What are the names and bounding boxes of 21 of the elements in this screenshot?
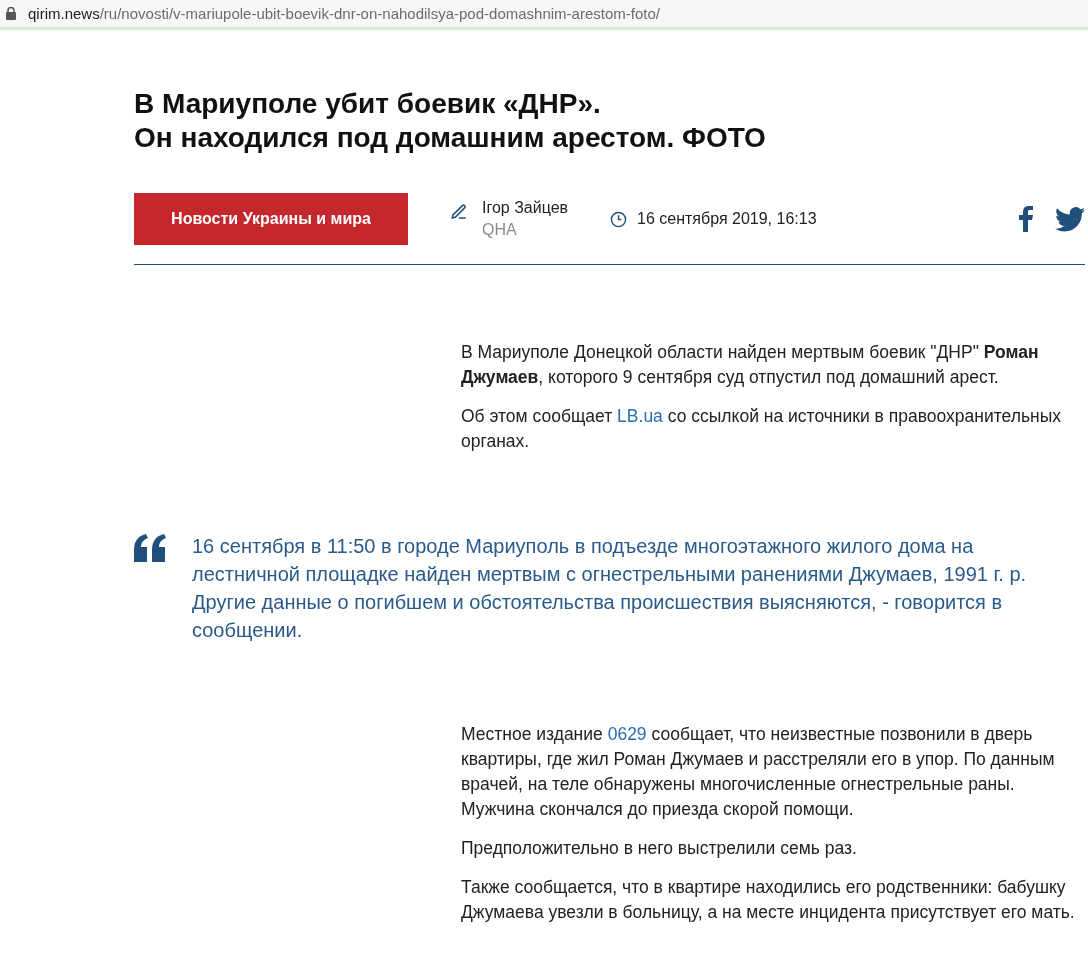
article-title: В Мариуполе убит боевик «ДНР». Он находился под домашним арестом. ФОТО [134,87,767,155]
address-bar[interactable]: qirim.news/ru/novosti/v-mariupole-ubit-boevik-dnr-on-nahodilsya-pod-domashnim-arestom-foto/ [0,0,1088,30]
article-paragraph: Об этом сообщает LB.ua со ссылкой на источники в правоохранительных органах. [461,405,1062,453]
edit-icon [450,203,468,221]
facebook-icon[interactable] [1019,206,1033,232]
quote-mark-icon [134,534,166,562]
twitter-icon[interactable] [1055,206,1085,232]
page-url: qirim.news/ru/novosti/v-mariupole-ubit-boevik-dnr-on-nahodilsya-pod-domashnim-arestom-foto/ [28,5,660,22]
article-paragraph: В Мариуполе Донецкой области найден мертвым боевик "ДНР" Роман Джумаев, которого 9 сентября суд отпустил под домашний арест. [461,341,1040,389]
category-button[interactable]: Новости Украины и мира [134,193,408,245]
lock-icon [6,7,16,20]
source-name: QHA [482,220,518,240]
source-link[interactable]: 0629 [607,724,647,744]
source-link[interactable]: LB.ua [617,406,663,426]
article-paragraph: Также сообщается, что в квартире находились его родственники: бабушку Джумаева увезли в больницу, а на месте инцидента присутствует его мать. [461,876,1076,924]
quote-text: 16 сентября в 11:50 в городе Мариуполь в подъезде многоэтажного жилого дома на лестничной площадке найден мертвым с огнестрельными ранениями Джумаев, 1991 г. р. Другие данные о погибшем и обстоятельства происшествия выясняются, - говорится в сообщении. [192,534,1028,643]
publish-date: 16 сентября 2019, 16:13 [637,209,817,229]
clock-icon [610,210,628,228]
article-paragraph: Предположительно в него выстрелили семь раз. [461,837,858,860]
author-name: Ігор Зайцев [482,198,569,218]
article-paragraph: Местное издание 0629 сообщает, что неизвестные позвонили в дверь квартиры, где жил Роман Джумаев и расстреляли его в упор. По данным врачей, на теле обнаружены многочисленные огнестрельные раны. Мужчина скончался до приезда скорой помощи. [461,723,1056,821]
